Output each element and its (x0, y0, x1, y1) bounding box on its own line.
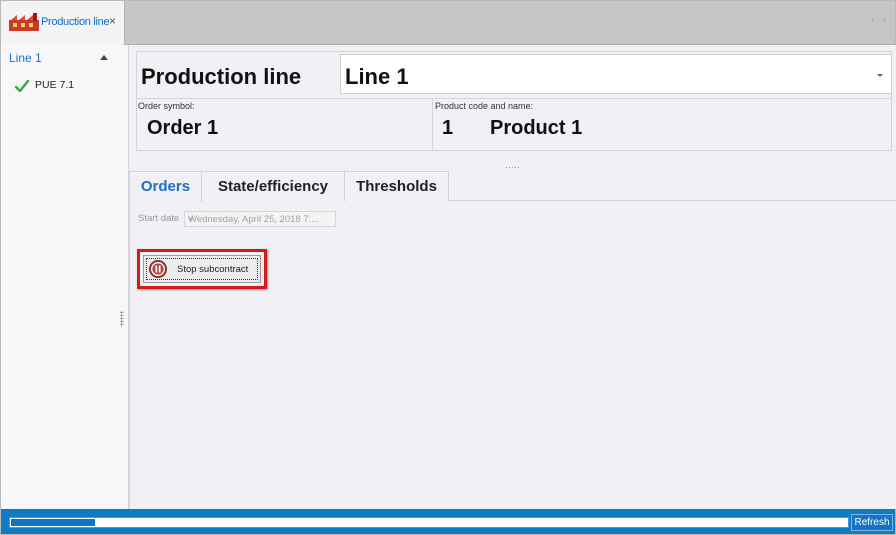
tab-production-line[interactable]: Production line × (1, 1, 125, 45)
start-date-value: Wednesday, April 25, 2018 7:... (188, 214, 320, 225)
line-select[interactable]: Line 1 (340, 54, 892, 94)
sidebar-item-pue[interactable]: PUE 7.1 (15, 79, 115, 93)
stop-subcontract-label: Stop subcontract (177, 264, 249, 275)
scroll-left-icon[interactable]: ‹ (871, 15, 874, 25)
refresh-button[interactable]: Refresh (851, 514, 893, 531)
start-date-label: Start date (138, 213, 180, 224)
start-date-input[interactable]: Wednesday, April 25, 2018 7:... (184, 211, 336, 227)
close-icon[interactable]: × (109, 14, 116, 28)
order-symbol-field: Order symbol: Order 1 (137, 98, 433, 150)
factory-icon (9, 13, 39, 31)
tab-thresholds[interactable]: Thresholds (344, 171, 449, 201)
application-window: Production line × ‹ › Line 1 PUE 7.1 Pro… (0, 0, 896, 535)
product-name-value: Product 1 (490, 117, 583, 139)
tab-orders[interactable]: Orders (129, 171, 202, 202)
checkmark-icon (15, 80, 29, 92)
chevron-down-icon[interactable] (188, 218, 194, 221)
progress-fill (11, 519, 95, 526)
product-field: Product code and name: 1 Product 1 (434, 98, 892, 150)
line-select-value: Line 1 (345, 64, 409, 89)
stop-subcontract-button[interactable]: Stop subcontract (143, 255, 261, 283)
orders-tab-content: Start date Wednesday, April 25, 2018 7:.… (129, 201, 896, 509)
tab-label: Production line (41, 16, 110, 28)
sidebar-item-label: PUE 7.1 (35, 79, 75, 91)
caret-up-icon[interactable] (100, 55, 108, 60)
order-symbol-value: Order 1 (147, 117, 219, 139)
status-bar: Refresh (1, 509, 895, 534)
scroll-right-icon[interactable]: › (883, 15, 886, 25)
chevron-down-icon[interactable] (877, 74, 883, 77)
product-caption: Product code and name: (435, 101, 534, 111)
vertical-splitter-grip[interactable] (120, 311, 124, 327)
document-tab-bar: Production line × ‹ › (1, 1, 895, 45)
sidebar-group-label: Line 1 (9, 51, 42, 65)
sidebar-group-line-1[interactable]: Line 1 (9, 51, 121, 67)
main-panel: Production line Line 1 Order symbol: Ord… (129, 45, 896, 509)
tab-state-efficiency[interactable]: State/efficiency (201, 171, 345, 201)
product-code-value: 1 (442, 117, 454, 139)
production-line-label: Production line (141, 64, 302, 89)
line-sidebar: Line 1 PUE 7.1 (1, 45, 129, 509)
horizontal-splitter-grip[interactable] (505, 166, 519, 169)
pause-icon (149, 260, 167, 278)
start-date-field: Start date Wednesday, April 25, 2018 7:.… (138, 211, 338, 227)
highlight-box: Stop subcontract (137, 249, 267, 289)
header-panel: Production line Line 1 Order symbol: Ord… (136, 51, 892, 151)
tab-strip: Orders State/efficiency Thresholds (129, 171, 896, 202)
order-symbol-caption: Order symbol: (138, 101, 195, 111)
progress-bar (9, 517, 849, 528)
